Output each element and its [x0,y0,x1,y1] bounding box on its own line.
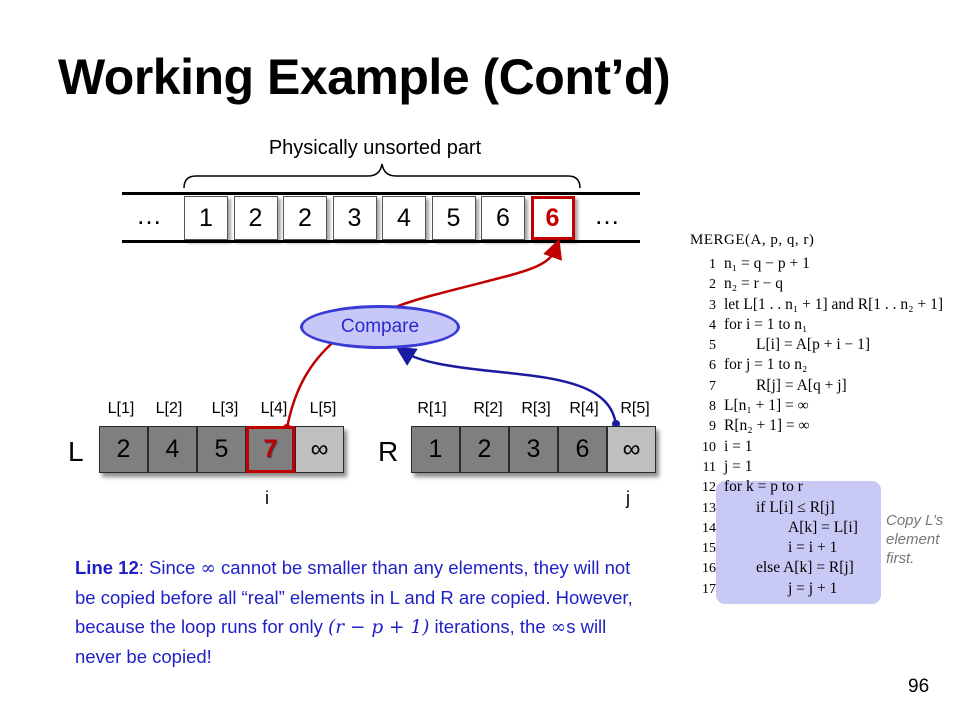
code-line: 17 j = j + 1 [690,580,960,600]
code-line-text: R[n₂ + 1] = ∞ [724,417,810,435]
para-text-3: iterations, the [429,616,551,637]
code-line-number: 10 [702,439,716,455]
code-line-number: 9 [709,419,716,435]
L-index-label: L[2] [155,400,183,417]
para-text-1: : Since [138,557,201,578]
code-line-text: R[j] = A[q + j] [756,376,847,394]
L-cell: 5 [197,426,246,473]
L-cell-highlighted: 7 [246,426,295,473]
L-index-label: L[5] [309,400,337,417]
side-note-line: element [886,531,940,548]
R-index-label: R[5] [620,400,650,417]
code-header: MERGE(A, p, q, r) [690,232,815,248]
code-line-number: 17 [702,581,716,597]
line-ref: Line 12 [75,557,139,578]
L-cell-infinity: ∞ [295,426,344,473]
code-line-text: A[k] = L[i] [788,518,858,536]
R-cell: 6 [558,426,607,473]
code-line-number: 8 [709,399,716,415]
L-index-label: L[3] [211,400,239,417]
code-line: 10 i = 1 [690,438,960,458]
code-line-text: j = j + 1 [788,579,838,597]
code-line-number: 14 [702,520,716,536]
L-array-name: L [68,436,84,467]
R-cell: 2 [460,426,509,473]
code-line-text: for j = 1 to n₂ [724,356,808,374]
math-expression: (r − p + 1) [328,617,430,638]
pointer-i: i [265,488,269,508]
code-line-text: for k = p to r [724,478,803,496]
code-line-number: 1 [709,257,716,272]
code-line: 4 for i = 1 to n₁ [690,316,960,336]
code-line-text: let L[1 . . n₁ + 1] and R[1 . . n₂ + 1] [724,295,943,313]
code-line: 1 n₁ = q − p + 1 [690,255,960,275]
code-line: 9 R[n₂ + 1] = ∞ [690,417,960,437]
code-line-number: 11 [702,459,716,475]
R-index-label: R[1] [417,400,447,417]
code-line-text: else A[k] = R[j] [756,559,854,577]
code-line-text: n₁ = q − p + 1 [724,255,810,272]
L-index-label: L[4] [260,400,288,417]
L-cell: 2 [99,426,148,473]
L-cell: 4 [148,426,197,473]
code-line-number: 13 [702,500,716,516]
code-line-number: 6 [709,358,716,374]
infinity-symbol: ∞ [200,558,216,579]
code-line: 12 for k = p to r [690,478,960,498]
R-cell: 1 [411,426,460,473]
side-note: Copy L’s element first. [886,511,943,568]
code-line-text: i = i + 1 [788,539,838,557]
R-array-name: R [378,436,399,467]
code-line-text: j = 1 [724,457,753,475]
code-line-text: for i = 1 to n₁ [724,315,808,333]
explanation-paragraph: Line 12: Since ∞ cannot be smaller than … [75,553,655,671]
code-line: 6 for j = 1 to n₂ [690,356,960,376]
code-line-number: 2 [709,277,716,293]
code-line-number: 12 [702,480,716,496]
code-line-number: 15 [702,541,716,557]
R-cell: 3 [509,426,558,473]
R-cell-infinity: ∞ [607,426,656,473]
code-line: 5 L[i] = A[p + i − 1] [690,336,960,356]
code-line: 2 n₂ = r − q [690,275,960,295]
code-line-number: 3 [709,297,716,313]
code-line-text: L[i] = A[p + i − 1] [756,336,871,354]
R-index-label: R[4] [569,400,599,417]
side-note-line: Copy L’s [886,512,944,529]
code-line-number: 4 [709,317,716,333]
code-line-text: i = 1 [724,437,753,455]
R-array: 1 2 3 6 ∞ [411,426,656,473]
code-line: 11 j = 1 [690,458,960,478]
code-line: 7 R[j] = A[q + j] [690,377,960,397]
code-line: 3 let L[1 . . n₁ + 1] and R[1 . . n₂ + 1] [690,296,960,316]
code-line-number: 7 [709,378,716,394]
R-index-label: R[2] [473,400,503,417]
code-line-number: 16 [702,561,716,577]
code-line: 8 L[n₁ + 1] = ∞ [690,397,960,417]
page-number: 96 [908,676,930,697]
code-line-number: 5 [709,338,716,354]
R-index-label: R[3] [521,400,551,417]
infinity-symbol: ∞ [550,617,567,638]
code-line-text: if L[i] ≤ R[j] [756,498,835,516]
code-line-text: n₂ = r − q [724,275,784,293]
code-line-text: L[n₁ + 1] = ∞ [724,397,809,415]
pointer-j: j [626,488,630,508]
L-index-label: L[1] [107,400,135,417]
compare-ellipse: Compare [300,305,460,349]
L-array: 2 4 5 7 ∞ [99,426,344,473]
side-note-line: first. [886,550,915,567]
